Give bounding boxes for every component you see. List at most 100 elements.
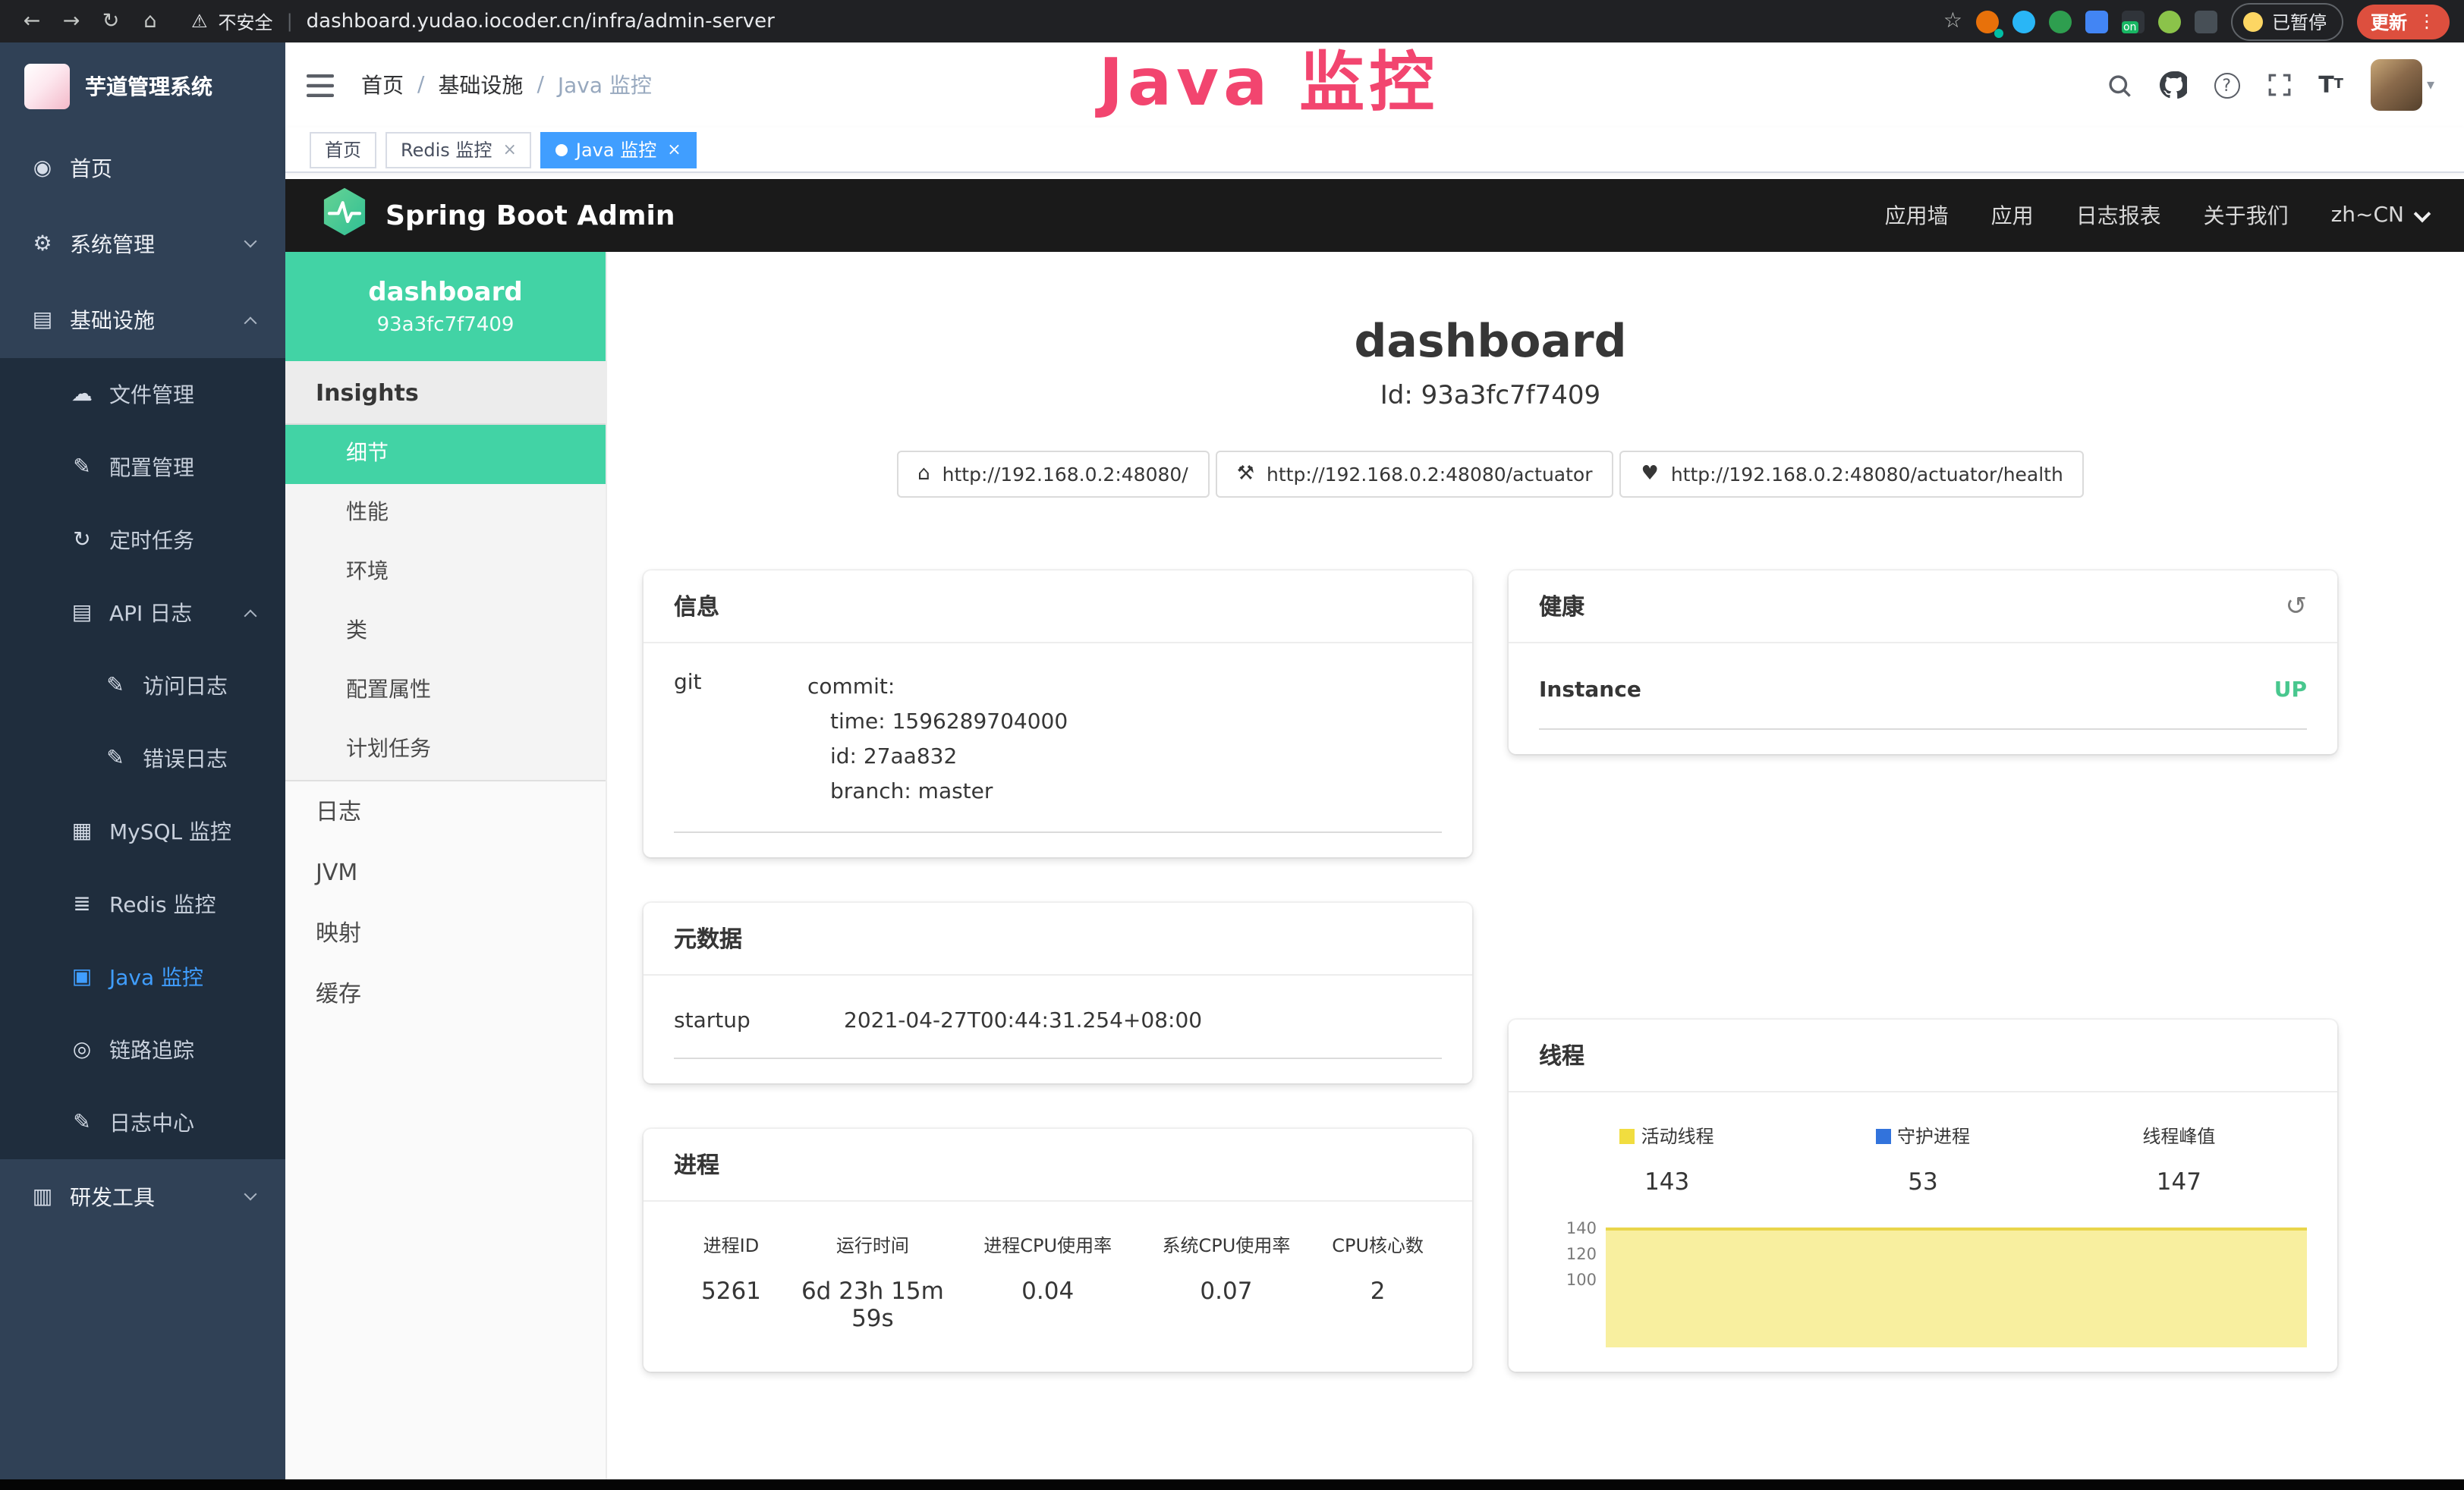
history-icon[interactable]: ↺ — [2286, 591, 2308, 621]
breadcrumb-infra[interactable]: 基础设施 — [438, 70, 523, 100]
sidebar-item-api-log[interactable]: ▤ API 日志 — [0, 577, 285, 649]
process-card: 进程 进程ID 5261 运行时间 — [644, 1129, 1472, 1372]
chevron-down-icon — [2414, 205, 2431, 222]
sba-item-caches[interactable]: 缓存 — [285, 963, 606, 1024]
health-link[interactable]: ♥ http://192.168.0.2:48080/actuator/heal… — [1620, 451, 2085, 498]
sidebar-item-devtools[interactable]: ▥ 研发工具 — [0, 1159, 285, 1235]
metadata-row-label: startup — [674, 1009, 844, 1033]
process-stat: 系统CPU使用率 0.07 — [1139, 1232, 1314, 1332]
sidebar-item-file-manage[interactable]: ☁ 文件管理 — [0, 358, 285, 431]
extension-icon-2[interactable] — [2012, 10, 2035, 33]
sidebar: 芋道管理系统 ◉ 首页 ⚙ 系统管理 ▤ 基础设施 ☁ 文件管理 — [0, 42, 285, 1490]
sba-item-beans[interactable]: 类 — [285, 602, 606, 662]
extension-icon-5[interactable]: on — [2122, 10, 2145, 33]
tab-redis-monitor[interactable]: Redis 监控 × — [385, 131, 532, 168]
extension-icon-7[interactable] — [2195, 10, 2217, 33]
stat-label: 进程ID — [674, 1232, 788, 1258]
document-icon: ✎ — [103, 747, 127, 771]
extension-icon-1[interactable] — [1976, 10, 1999, 33]
sidebar-item-label: 基础设施 — [70, 305, 155, 335]
info-row-value: commit: time: 1596289704000 id: 27aa832 … — [807, 671, 1068, 810]
breadcrumb-home[interactable]: 首页 — [361, 70, 404, 100]
sidebar-item-redis-monitor[interactable]: ≣ Redis 监控 — [0, 868, 285, 941]
sba-item-jvm[interactable]: JVM — [285, 842, 606, 903]
search-icon[interactable] — [2106, 72, 2132, 98]
sba-item-loggers[interactable]: 日志 — [285, 781, 606, 842]
language-selector[interactable]: zh~CN — [2331, 203, 2428, 228]
stat-label: CPU核心数 — [1314, 1232, 1442, 1258]
extension-icon-4[interactable] — [2085, 10, 2108, 33]
bookmark-star-icon[interactable]: ☆ — [1943, 9, 1962, 33]
sidebar-item-infra[interactable]: ▤ 基础设施 — [0, 282, 285, 358]
sba-item-scheduledtasks[interactable]: 计划任务 — [285, 721, 606, 780]
app-logo-row[interactable]: 芋道管理系统 — [0, 42, 285, 130]
sidebar-item-log-center[interactable]: ✎ 日志中心 — [0, 1086, 285, 1159]
page-subtitle: Id: 93a3fc7f7409 — [644, 381, 2337, 411]
fold-menu-icon[interactable] — [307, 74, 334, 96]
address-bar[interactable]: ⚠ 不安全 | dashboard.yudao.iocoder.cn/infra… — [191, 8, 775, 34]
sidebar-item-config-manage[interactable]: ✎ 配置管理 — [0, 431, 285, 504]
reload-icon[interactable]: ↻ — [94, 9, 127, 33]
browser-menu-icon[interactable]: ⋮ — [2418, 11, 2436, 32]
sidebar-item-java-monitor[interactable]: ▣ Java 监控 — [0, 941, 285, 1014]
health-row-instance[interactable]: Instance UP — [1539, 652, 2307, 730]
update-button[interactable]: 更新 ⋮ — [2357, 4, 2450, 39]
sba-brand[interactable]: Spring Boot Admin — [322, 187, 675, 244]
security-label: 不安全 — [219, 8, 273, 34]
sidebar-item-error-log[interactable]: ✎ 错误日志 — [0, 722, 285, 795]
stat-value: 5261 — [674, 1278, 788, 1305]
legend-daemon-threads: 守护进程 53 — [1795, 1123, 2050, 1196]
health-card-title: 健康 — [1539, 590, 1584, 622]
user-avatar[interactable]: ▾ — [2371, 59, 2434, 111]
sba-main: dashboard Id: 93a3fc7f7409 ⌂ http://192.… — [607, 252, 2464, 1490]
back-icon[interactable]: ← — [15, 9, 49, 33]
sba-item-environment[interactable]: 环境 — [285, 543, 606, 602]
chevron-down-icon — [244, 235, 257, 248]
forward-icon[interactable]: → — [55, 9, 88, 33]
font-size-icon[interactable]: TT — [2318, 71, 2343, 99]
sba-body: dashboard 93a3fc7f7409 Insights 细节 性能 环境… — [285, 252, 2464, 1490]
tab-label: Java 监控 — [576, 137, 656, 162]
browser-home-icon[interactable]: ⌂ — [134, 9, 167, 33]
sba-nav-wallboard[interactable]: 应用墙 — [1885, 200, 1949, 231]
fullscreen-icon[interactable] — [2267, 73, 2291, 97]
font-size-small: T — [2334, 77, 2343, 93]
stat-value: 2 — [1314, 1278, 1442, 1305]
sidebar-item-home[interactable]: ◉ 首页 — [0, 130, 285, 206]
sba-item-configprops[interactable]: 配置属性 — [285, 662, 606, 721]
actuator-link[interactable]: ⚒ http://192.168.0.2:48080/actuator — [1216, 451, 1614, 498]
sba-nav-journal[interactable]: 日志报表 — [2076, 200, 2161, 231]
instance-name: dashboard — [368, 277, 522, 307]
sidebar-item-system[interactable]: ⚙ 系统管理 — [0, 206, 285, 282]
legend-peak-threads: 线程峰值 147 — [2051, 1123, 2307, 1196]
github-icon[interactable] — [2159, 71, 2186, 99]
edit-icon: ✎ — [70, 1111, 94, 1135]
sidebar-item-tracing[interactable]: ◎ 链路追踪 — [0, 1014, 285, 1086]
sba-item-details[interactable]: 细节 — [285, 425, 606, 484]
sba-nav-about[interactable]: 关于我们 — [2204, 200, 2289, 231]
close-icon[interactable]: × — [502, 140, 516, 159]
instance-home-link[interactable]: ⌂ http://192.168.0.2:48080/ — [896, 451, 1210, 498]
sba-nav-applications[interactable]: 应用 — [1991, 200, 2034, 231]
heart-icon: ♥ — [1641, 463, 1659, 486]
metadata-row-startup: startup 2021-04-27T00:44:31.254+08:00 — [674, 985, 1442, 1059]
sidebar-item-access-log[interactable]: ✎ 访问日志 — [0, 649, 285, 722]
process-stat: CPU核心数 2 — [1314, 1232, 1442, 1332]
app-title: 芋道管理系统 — [85, 71, 212, 102]
threads-card: 线程 活动线程 143 守护进程 — [1509, 1020, 2337, 1372]
help-icon[interactable]: ? — [2214, 72, 2239, 98]
sba-item-metrics[interactable]: 性能 — [285, 484, 606, 543]
sba-item-mappings[interactable]: 映射 — [285, 903, 606, 963]
sidebar-item-scheduled-jobs[interactable]: ↻ 定时任务 — [0, 504, 285, 577]
close-icon[interactable]: × — [667, 140, 681, 159]
instance-links: ⌂ http://192.168.0.2:48080/ ⚒ http://192… — [644, 451, 2337, 498]
document-icon: ✎ — [103, 674, 127, 698]
sidebar-item-mysql-monitor[interactable]: ▦ MySQL 监控 — [0, 795, 285, 868]
extension-icon-6[interactable] — [2158, 10, 2181, 33]
screen-bottom-edge — [0, 1479, 2464, 1490]
paused-badge[interactable]: 已暂停 — [2231, 2, 2343, 40]
tab-home[interactable]: 首页 — [310, 131, 376, 168]
instance-header[interactable]: dashboard 93a3fc7f7409 — [285, 252, 606, 361]
tab-java-monitor[interactable]: Java 监控 × — [541, 131, 697, 168]
extension-icon-3[interactable] — [2049, 10, 2072, 33]
